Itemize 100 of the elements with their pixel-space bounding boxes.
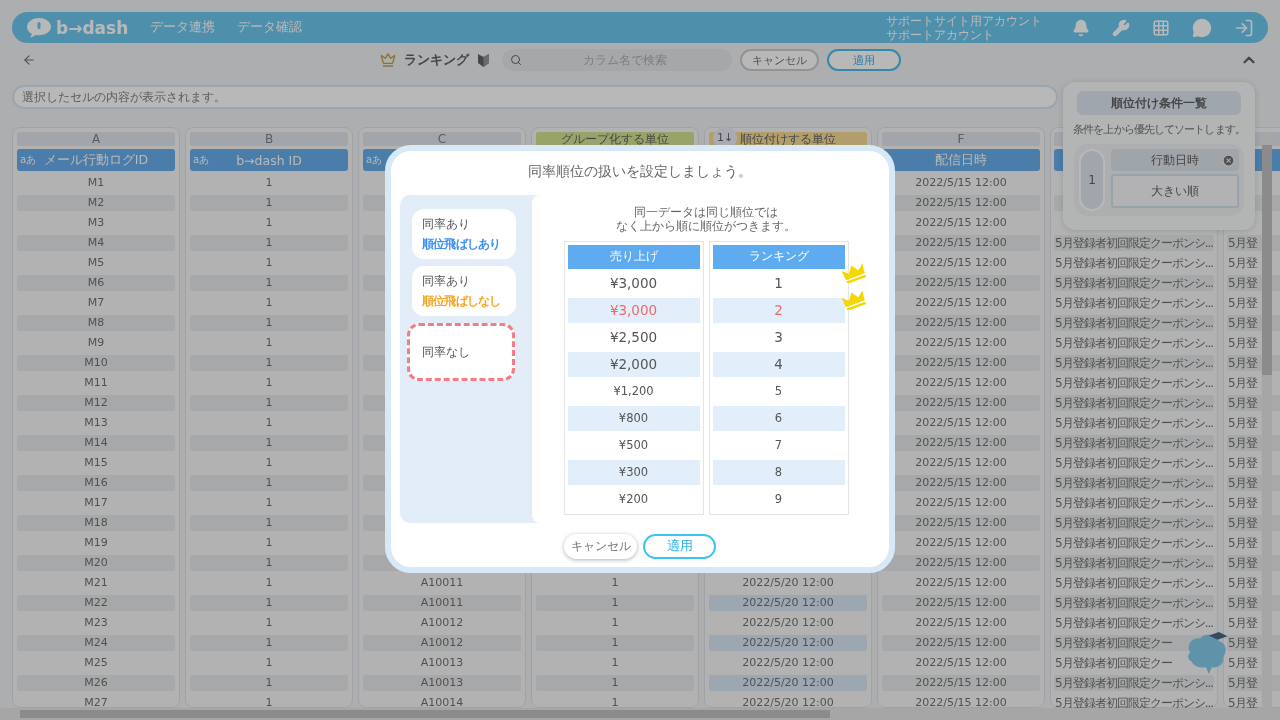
table-cell-text: 1 [264, 495, 274, 511]
description: 同一データは同じ順位では なく上から順に順位がつきます。 [616, 206, 796, 234]
example-cell: 4 [712, 351, 845, 377]
example-cell-text: ¥500 [617, 437, 650, 455]
column-header[interactable]: 配信日時 [882, 149, 1040, 171]
table-cell-text: 5月登 [1227, 415, 1259, 431]
table-cell: 5月登録者初回限定クーポンシ... [1054, 275, 1214, 291]
table-cell: M8 [17, 315, 175, 331]
example-cell-text: ¥1,200 [612, 383, 655, 401]
table-cell: 5月登録者初回限定クーポンシ... [1054, 615, 1214, 631]
example-cell: 1 [712, 270, 845, 296]
table-cell: 5月登録者初回限定クーポンシ... [1054, 555, 1214, 571]
table-cell-text: M7 [86, 295, 106, 311]
table-cell-text: 2022/5/15 12:00 [914, 655, 1008, 671]
table-cell: 2022/5/20 12:00 [709, 675, 867, 691]
table-cell-text: M1 [86, 175, 106, 191]
table-cell-text: 5月登 [1227, 295, 1259, 311]
condition-order[interactable]: 1 [1079, 149, 1105, 211]
table-cell: 1 [190, 555, 348, 571]
table-cell-text: 5月登 [1227, 535, 1259, 551]
table-cell: A10013 [363, 675, 521, 691]
table-cell: M4 [17, 235, 175, 251]
table-cell: M16 [17, 475, 175, 491]
table-cell-text: 1 [264, 335, 274, 351]
table-cell-text: 5月登 [1227, 615, 1259, 631]
table-cell: 1 [190, 395, 348, 411]
table-cell-text: 1 [264, 175, 274, 191]
column-header[interactable]: aあ b→dash ID [190, 149, 348, 171]
table-cell-text: 2022/5/15 12:00 [914, 215, 1008, 231]
table-cell-text: 1 [264, 455, 274, 471]
table-cell-text: 2022/5/15 12:00 [914, 535, 1008, 551]
account-name: サポートサイト用アカウント [886, 13, 1042, 28]
tie-option[interactable]: 同率なし [407, 323, 515, 381]
table-cell: 1 [190, 235, 348, 251]
table-cell-text: 2022/5/15 12:00 [914, 615, 1008, 631]
table-cell-text: 2022/5/15 12:00 [914, 575, 1008, 591]
table-cell-text: 1 [264, 375, 274, 391]
table-cell: 2022/5/20 12:00 [709, 595, 867, 611]
table-cell: M10 [17, 355, 175, 371]
table-cell-text: A10012 [419, 615, 465, 631]
example-cell: ¥800 [567, 405, 700, 431]
table-cell: 1 [190, 475, 348, 491]
example-header: 売り上げ [567, 244, 700, 269]
table-cell-text: A10014 [419, 695, 465, 708]
table-cell: A10012 [363, 635, 521, 651]
table-cell-text: 1 [264, 615, 274, 631]
cancel-button[interactable]: キャンセル [564, 534, 637, 559]
table-cell: 1 [190, 355, 348, 371]
example-cell-text: 5 [773, 383, 784, 401]
cancel-button[interactable]: キャンセル [739, 49, 819, 71]
table-cell: A10011 [363, 595, 521, 611]
text-type-label: aあ [366, 153, 383, 167]
table-cell-text: M15 [83, 455, 109, 471]
table-cell-text: 5月登 [1227, 655, 1259, 671]
table-cell: 2022/5/15 12:00 [882, 595, 1040, 611]
table-cell-text: 2022/5/20 12:00 [741, 575, 835, 591]
table-cell-text: 1 [610, 655, 620, 671]
example-cell-text: ¥3,000 [608, 274, 659, 294]
tie-option[interactable]: 同率あり 順位飛ばしなし [412, 266, 516, 316]
cell-content-field[interactable]: 選択したセルの内容が表示されます。 [12, 85, 1058, 109]
table-cell: 5月登録者初回限定クーポンシ... [1054, 395, 1214, 411]
table-cell-text: M13 [83, 415, 109, 431]
table-cell-text: 1 [610, 615, 620, 631]
table-cell-text: 2022/5/15 12:00 [914, 375, 1008, 391]
apply-button[interactable]: 適用 [826, 49, 901, 71]
tie-option[interactable]: 同率あり 順位飛ばしあり [412, 209, 516, 259]
text-type-label: aあ [20, 153, 37, 167]
table-cell: 5月登録者初回限定クーポンシ... [1054, 255, 1214, 271]
table-cell: M6 [17, 275, 175, 291]
example-cell: 6 [712, 405, 845, 431]
table-cell-text: 5月登 [1227, 695, 1259, 708]
example-cell: 8 [712, 459, 845, 485]
account-name: サポートアカウント [886, 27, 995, 42]
table-cell-text: M27 [83, 695, 109, 708]
dialog-title: 同率順位の扱いを設定しましょう。 [527, 163, 753, 181]
table-cell-text: M17 [83, 495, 109, 511]
column-letter: C [363, 132, 521, 146]
table-cell: 5月登録者初回限定クーポンシ... [1054, 415, 1214, 431]
table-cell: 5月登録者初回限定クーポンシ... [1054, 675, 1214, 691]
table-cell-text: 1 [264, 535, 274, 551]
table-cell: 2022/5/20 12:00 [709, 635, 867, 651]
example-cell-text: 7 [773, 437, 784, 455]
table-cell-text: A10011 [419, 575, 465, 591]
table-cell-text: 2022/5/20 12:00 [741, 655, 835, 671]
table-cell-text: 2022/5/20 12:00 [741, 695, 835, 708]
table-cell-text: 1 [264, 255, 274, 271]
table-cell-text: 1 [610, 575, 620, 591]
table-cell-text: M9 [86, 335, 106, 351]
sort-direction[interactable]: 大きい順 [1111, 174, 1239, 208]
column-header[interactable]: aあ メール行動ログID [17, 149, 175, 171]
text-type-label: aあ [193, 153, 210, 167]
example-cell: ¥300 [567, 459, 700, 485]
table-cell: 1 [190, 595, 348, 611]
column-letter: F [882, 132, 1040, 146]
apply-button[interactable]: 適用 [643, 534, 716, 559]
panel-title: 順位付け条件一覧 [1077, 91, 1241, 115]
table-cell: 5月登録者初回限定クーポンシ... [1054, 315, 1214, 331]
table-cell: M26 [17, 675, 175, 691]
example-cell-text: ¥2,500 [608, 328, 659, 348]
table-cell: M18 [17, 515, 175, 531]
